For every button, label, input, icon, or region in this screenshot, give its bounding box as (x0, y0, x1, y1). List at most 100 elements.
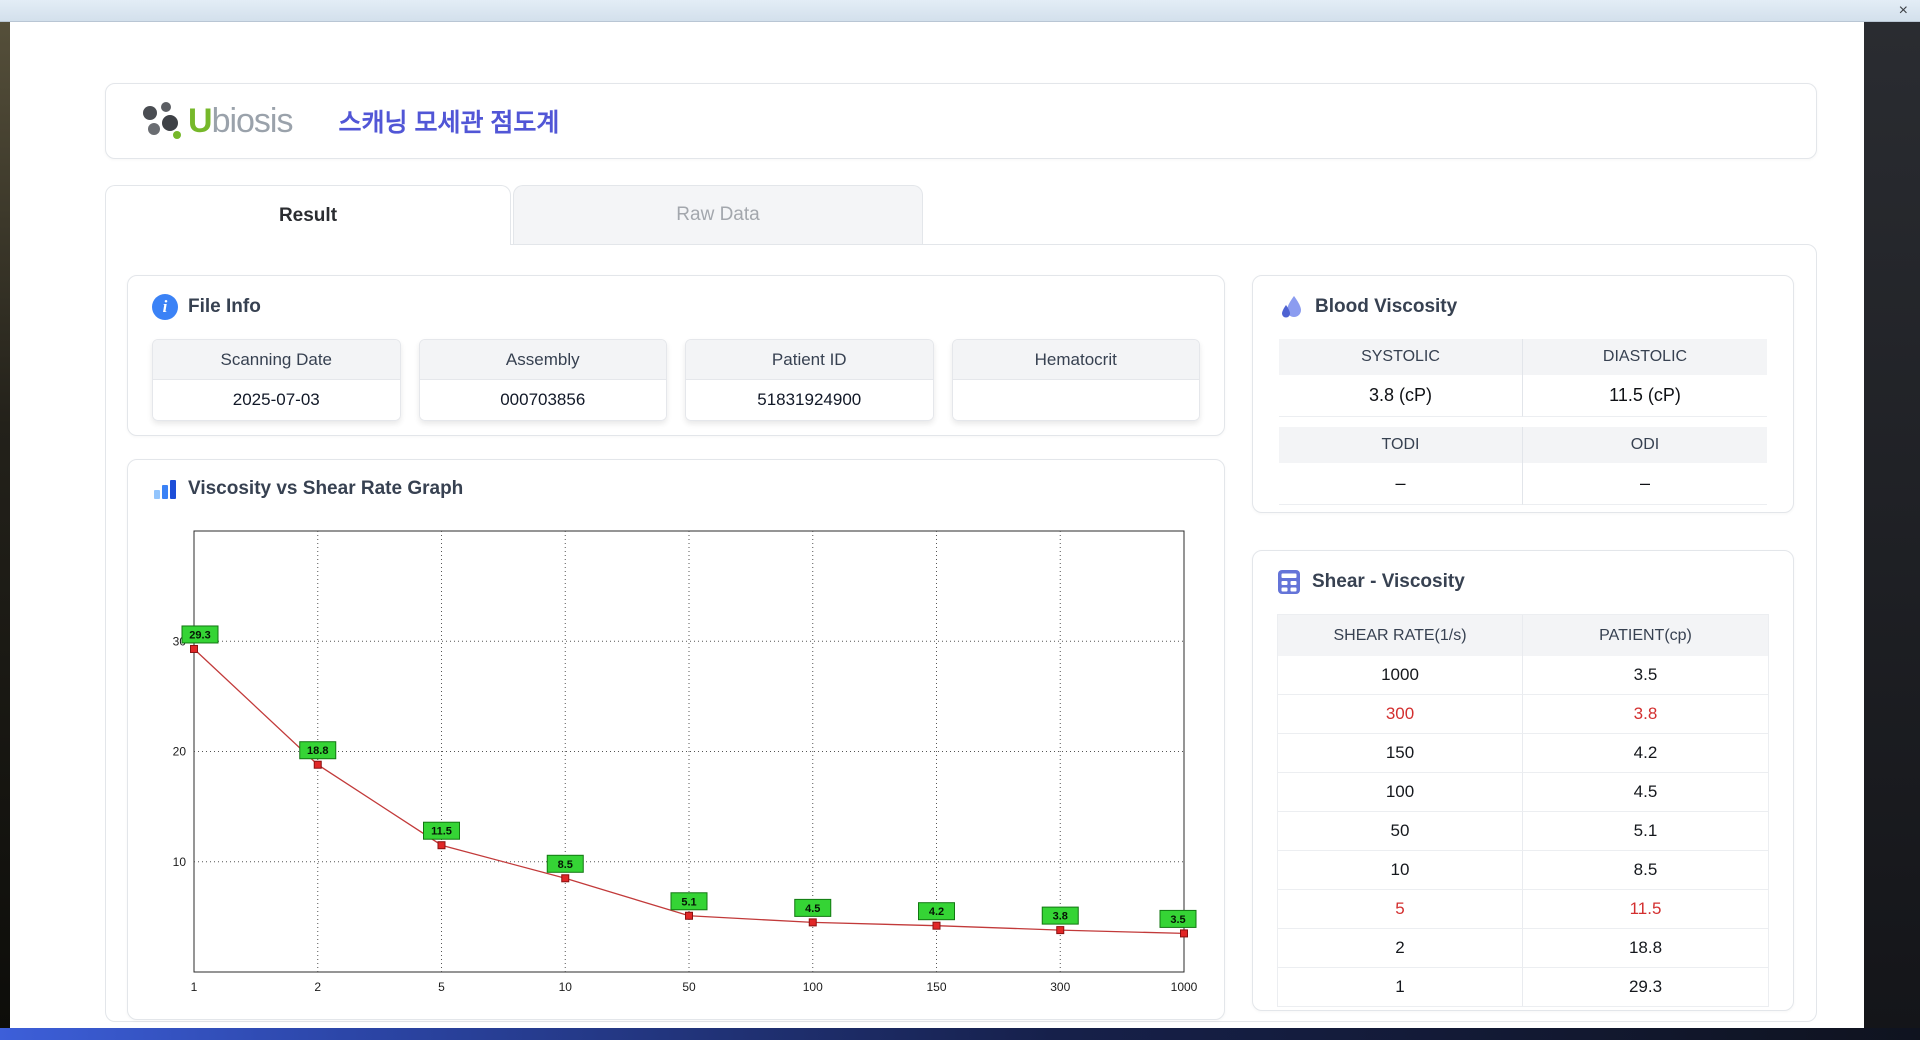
patient-cell: 11.5 (1523, 890, 1768, 929)
patient-cell: 18.8 (1523, 929, 1768, 968)
svg-text:50: 50 (682, 980, 696, 994)
table-icon (1278, 570, 1300, 594)
field-value: 2025-07-03 (153, 380, 400, 420)
patient-cell: 3.8 (1523, 695, 1768, 734)
table-row: 100 4.5 (1278, 773, 1768, 812)
col-patient: PATIENT(cp) (1523, 615, 1768, 656)
svg-text:3.8: 3.8 (1053, 911, 1068, 923)
app-header: Ubiosis 스캐닝 모세관 점도계 (105, 83, 1817, 159)
svg-text:18.8: 18.8 (307, 745, 328, 757)
field-scanning-date: Scanning Date 2025-07-03 (152, 339, 401, 421)
window-titlebar: × (0, 0, 1920, 22)
viscosity-chart: 10 20 30 1 2 5 10 50 100 150 300 1000 29.3 18.8 11.5 8.… (150, 518, 1224, 1009)
field-label: Hematocrit (952, 340, 1199, 380)
logo-text-u: U (188, 101, 213, 140)
table-row: 50 5.1 (1278, 812, 1768, 851)
diastolic-value: 11.5 (cP) (1523, 375, 1767, 417)
table-row: 2 18.8 (1278, 929, 1768, 968)
desktop-background: × Ubiosis 스캐닝 모세관 점도계 Result Raw Data i … (0, 0, 1920, 1040)
shear-rate-cell: 2 (1278, 929, 1523, 968)
ubiosis-logo: Ubiosis (136, 98, 293, 144)
todi-value: – (1279, 463, 1523, 505)
odi-label: ODI (1523, 427, 1767, 463)
sv-header-row: SHEAR RATE(1/s) PATIENT(cp) (1278, 615, 1768, 656)
right-column: Blood Viscosity SYSTOLIC DIASTOLIC 3.8 (… (1252, 275, 1794, 1021)
patient-cell: 5.1 (1523, 812, 1768, 851)
field-patient-id: Patient ID 51831924900 (685, 339, 934, 421)
svg-text:1000: 1000 (1171, 980, 1198, 994)
tab-result[interactable]: Result (105, 185, 511, 245)
graph-card: Viscosity vs Shear Rate Graph 10 20 30 1 2 5 1… (127, 459, 1225, 1020)
field-label: Scanning Date (153, 340, 400, 380)
left-column: i File Info Scanning Date 2025-07-03 Ass… (127, 275, 1225, 1021)
graph-title-row: Viscosity vs Shear Rate Graph (152, 476, 1224, 502)
svg-text:20: 20 (173, 745, 187, 759)
patient-cell: 8.5 (1523, 851, 1768, 890)
shear-viscosity-title: Shear - Viscosity (1312, 571, 1465, 592)
shear-viscosity-card: Shear - Viscosity SHEAR RATE(1/s) PATIEN… (1252, 550, 1794, 1011)
svg-text:5: 5 (438, 980, 445, 994)
svg-text:4.5: 4.5 (805, 903, 820, 915)
svg-text:5.1: 5.1 (681, 896, 696, 908)
droplet-icon (1282, 296, 1301, 318)
svg-text:29.3: 29.3 (189, 629, 210, 641)
svg-text:11.5: 11.5 (431, 826, 452, 838)
svg-text:10: 10 (173, 855, 187, 869)
file-info-card: i File Info Scanning Date 2025-07-03 Ass… (127, 275, 1225, 436)
svg-text:3.5: 3.5 (1170, 914, 1185, 926)
tab-bar: Result Raw Data (105, 185, 1817, 245)
svg-text:2: 2 (314, 980, 321, 994)
desktop-edge-left (0, 22, 10, 1028)
table-row: 300 3.8 (1278, 695, 1768, 734)
file-info-fields: Scanning Date 2025-07-03 Assembly 000703… (152, 339, 1200, 421)
bv-value-row: 3.8 (cP) 11.5 (cP) (1279, 375, 1767, 417)
graph-title: Viscosity vs Shear Rate Graph (188, 478, 464, 499)
table-row: 10 8.5 (1278, 851, 1768, 890)
result-panel: i File Info Scanning Date 2025-07-03 Ass… (105, 244, 1817, 1022)
shear-rate-cell: 100 (1278, 773, 1523, 812)
field-assembly: Assembly 000703856 (418, 339, 667, 421)
svg-text:8.5: 8.5 (558, 859, 573, 871)
svg-text:100: 100 (803, 980, 823, 994)
bv-header-row: SYSTOLIC DIASTOLIC (1279, 339, 1767, 375)
bar-chart-icon (154, 480, 176, 499)
logo-molecule-icon (143, 102, 181, 139)
patient-cell: 4.5 (1523, 773, 1768, 812)
svg-text:10: 10 (559, 980, 573, 994)
field-value: 51831924900 (686, 380, 933, 420)
close-icon[interactable]: × (1899, 0, 1908, 21)
shear-viscosity-table: SHEAR RATE(1/s) PATIENT(cp) 1000 3.5 300… (1277, 614, 1769, 1007)
field-label: Patient ID (686, 340, 933, 380)
logo-text-biosis: biosis (211, 101, 294, 140)
tab-raw-data[interactable]: Raw Data (513, 185, 923, 244)
app-window: Ubiosis 스캐닝 모세관 점도계 Result Raw Data i Fi… (10, 22, 1864, 1028)
shear-rate-cell: 300 (1278, 695, 1523, 734)
taskbar-strip (0, 1028, 1920, 1040)
svg-text:1: 1 (191, 980, 198, 994)
odi-value: – (1523, 463, 1767, 505)
patient-cell: 3.5 (1523, 656, 1768, 695)
blood-viscosity-title-row: Blood Viscosity (1279, 294, 1767, 320)
todi-label: TODI (1279, 427, 1523, 463)
field-hematocrit: Hematocrit (951, 339, 1200, 421)
patient-cell: 29.3 (1523, 968, 1768, 1007)
blood-viscosity-table: SYSTOLIC DIASTOLIC 3.8 (cP) 11.5 (cP) TO… (1279, 339, 1767, 505)
blood-viscosity-card: Blood Viscosity SYSTOLIC DIASTOLIC 3.8 (… (1252, 275, 1794, 513)
table-row: 1 29.3 (1278, 968, 1768, 1007)
shear-rate-cell: 50 (1278, 812, 1523, 851)
shear-rate-cell: 1000 (1278, 656, 1523, 695)
file-info-title-row: i File Info (152, 294, 1200, 320)
systolic-label: SYSTOLIC (1279, 339, 1523, 375)
field-label: Assembly (419, 340, 666, 380)
svg-text:300: 300 (1050, 980, 1070, 994)
blood-viscosity-title: Blood Viscosity (1315, 296, 1458, 317)
page-title: 스캐닝 모세관 점도계 (338, 109, 560, 137)
shear-rate-cell: 5 (1278, 890, 1523, 929)
shear-rate-cell: 10 (1278, 851, 1523, 890)
shear-rate-cell: 1 (1278, 968, 1523, 1007)
shear-rate-cell: 150 (1278, 734, 1523, 773)
desktop-edge-right (1864, 22, 1920, 1028)
bv-value-row-2: – – (1279, 463, 1767, 505)
file-info-title: File Info (188, 296, 261, 317)
svg-text:4.2: 4.2 (929, 906, 944, 918)
